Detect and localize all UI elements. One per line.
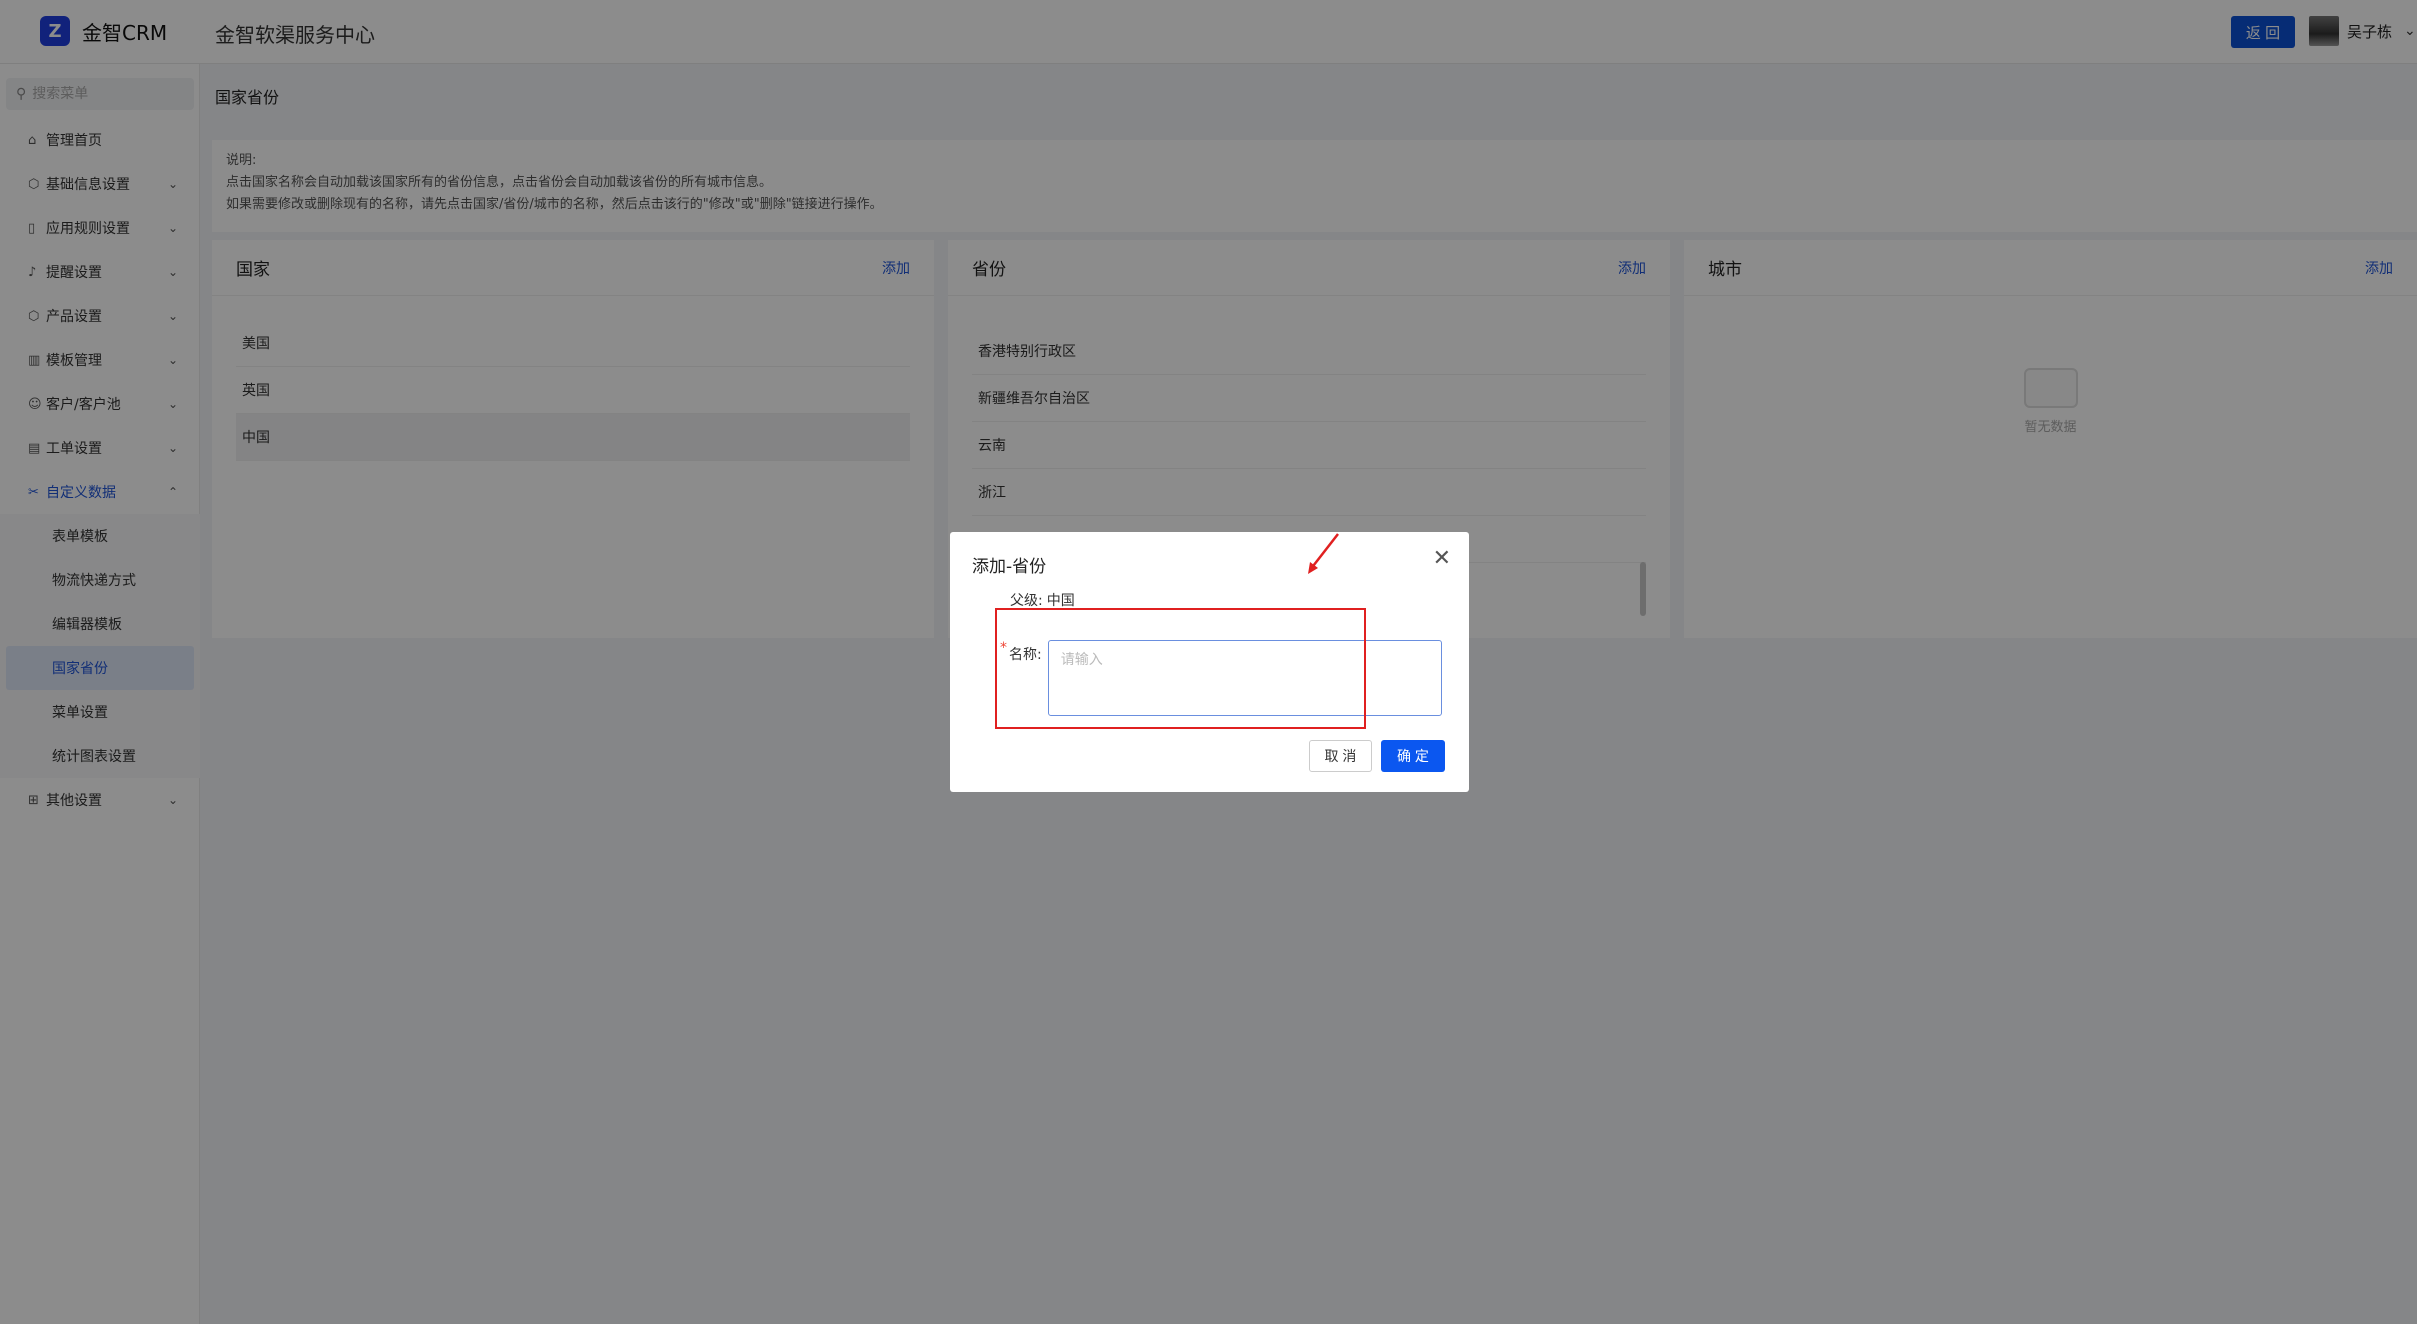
cancel-button[interactable]: 取 消 (1309, 740, 1372, 772)
parent-label: 父级: (1010, 593, 1043, 609)
parent-field: 父级: 中国 (1010, 590, 1075, 610)
annotation-arrow-icon (1308, 533, 1339, 574)
confirm-button[interactable]: 确 定 (1381, 740, 1445, 772)
dialog-title: 添加-省份 (972, 557, 1047, 577)
annotation-highlight-box (995, 608, 1366, 729)
add-province-dialog: 添加-省份 ✕ 父级: 中国 * 名称: 取 消 确 定 (950, 532, 1469, 792)
close-icon[interactable]: ✕ (1433, 546, 1451, 571)
parent-value: 中国 (1046, 593, 1075, 609)
